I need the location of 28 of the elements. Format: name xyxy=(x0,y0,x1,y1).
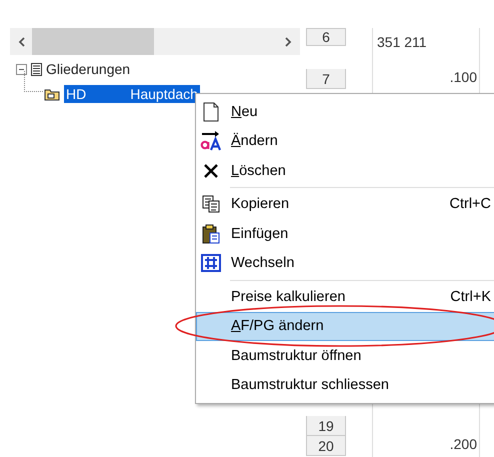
clipboard-icon xyxy=(202,224,220,244)
row-number: 19 xyxy=(306,416,346,436)
table-cell-text: .200 xyxy=(448,436,478,454)
collapse-toggle-icon[interactable] xyxy=(16,64,27,74)
menu-item[interactable]: AF/PG ändern xyxy=(196,312,494,341)
close-icon xyxy=(203,162,219,179)
menu-item[interactable]: Preise kalkulieren Ctrl+K xyxy=(196,282,494,312)
row-number: 20 xyxy=(306,436,346,456)
menu-item[interactable]: Baumstruktur öffnen xyxy=(196,341,494,370)
menu-item[interactable]: Wechseln xyxy=(196,248,494,278)
table-cell-text: 351 211 xyxy=(376,33,428,50)
folder-icon xyxy=(44,88,60,100)
copy-icon xyxy=(202,195,220,214)
menu-item[interactable]: Löschen xyxy=(196,156,494,186)
tree-item[interactable]: HD Hauptdach xyxy=(64,85,200,103)
menu-item[interactable]: Einfügen xyxy=(196,219,494,248)
horizontal-scrollbar[interactable] xyxy=(10,28,300,55)
font-icon xyxy=(200,131,222,152)
tree-item[interactable]: Gliederungen xyxy=(46,61,130,77)
menu-item[interactable]: Ändern xyxy=(196,126,494,156)
document-icon xyxy=(31,62,42,76)
swap-icon xyxy=(201,254,221,272)
row-number: 6 xyxy=(306,28,346,46)
document-icon xyxy=(203,102,219,122)
menu-item[interactable]: Baumstruktur schliessen xyxy=(196,370,494,400)
menu-item[interactable]: Kopieren Ctrl+C xyxy=(196,190,494,219)
table-cell-text: .100 xyxy=(448,69,478,87)
row-number: 7 xyxy=(306,69,346,89)
